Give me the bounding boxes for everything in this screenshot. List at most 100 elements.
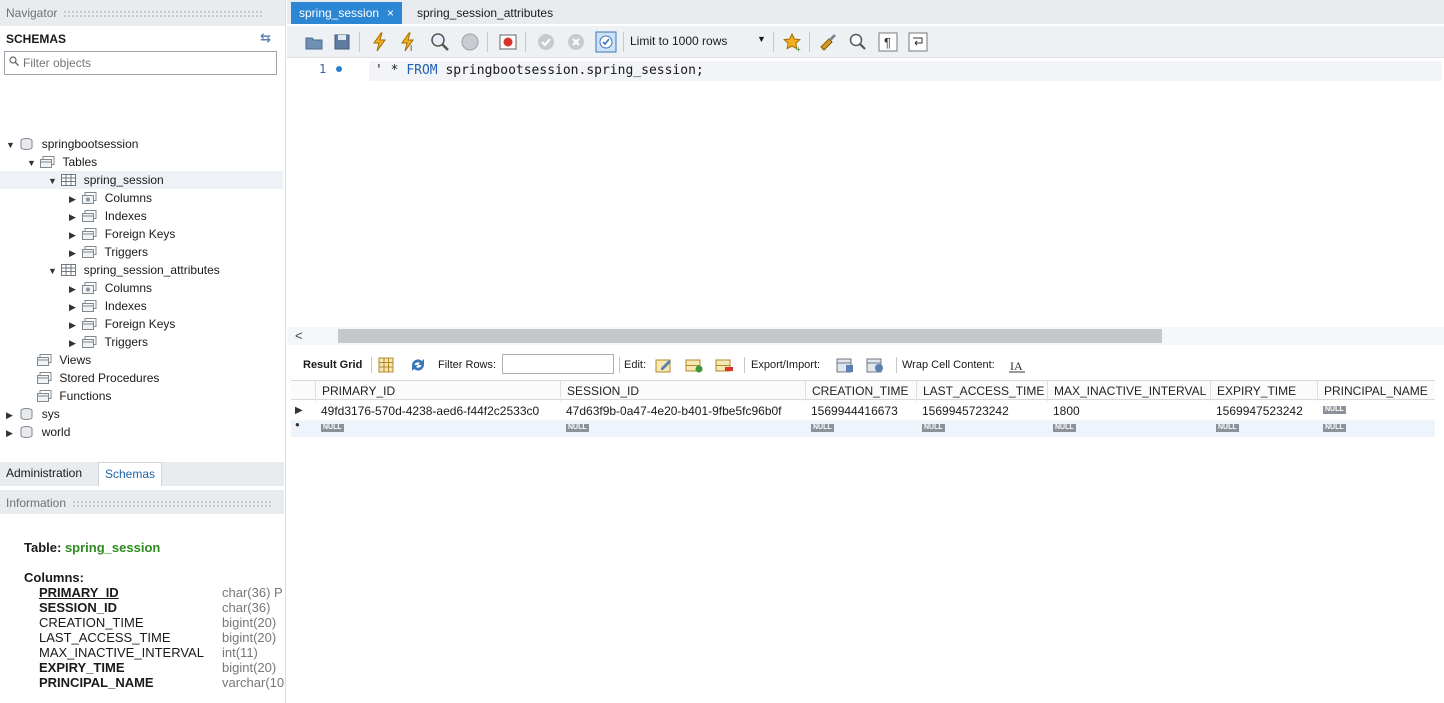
grid-cell[interactable]: 1800	[1047, 401, 1210, 421]
expand-arrow-icon[interactable]: ▶	[69, 280, 79, 298]
find-icon[interactable]	[847, 31, 869, 53]
tree-views[interactable]: Views	[37, 351, 91, 369]
collapse-arrow-icon[interactable]: ▼	[48, 172, 58, 190]
grid-cell[interactable]: 49fd3176-570d-4238-aed6-f44f2c2533c0	[315, 401, 560, 421]
autocommit-toggle-icon[interactable]	[595, 31, 617, 53]
expand-arrow-icon[interactable]: ▶	[69, 316, 79, 334]
column-header[interactable]: SESSION_ID	[560, 381, 805, 401]
tree-t2-columns[interactable]: ▶ Columns	[69, 279, 152, 297]
column-header[interactable]: CREATION_TIME	[805, 381, 916, 401]
result-grid-button[interactable]: Result Grid	[303, 359, 362, 371]
expand-arrow-icon[interactable]: ▶	[6, 406, 16, 424]
tree-functions[interactable]: Functions	[37, 387, 111, 405]
stop-icon[interactable]	[459, 31, 481, 53]
expand-arrow-icon[interactable]: ▶	[69, 226, 79, 244]
open-folder-icon[interactable]	[303, 31, 325, 53]
chevron-down-icon[interactable]: ▼	[757, 34, 766, 44]
grid-cell[interactable]: NULL	[805, 420, 916, 440]
grid-cell[interactable]: 1569947523242	[1210, 401, 1317, 421]
rollback-icon[interactable]	[565, 31, 587, 53]
filter-rows-input[interactable]	[502, 354, 614, 374]
export-icon[interactable]	[836, 357, 854, 373]
table-row[interactable]: ▶ 49fd3176-570d-4238-aed6-f44f2c2533c0 4…	[291, 401, 1435, 421]
expand-arrow-icon[interactable]: ▶	[69, 190, 79, 208]
toggle-error-icon[interactable]	[497, 31, 519, 53]
add-snippet-star-icon[interactable]: +	[781, 31, 803, 53]
execute-current-icon[interactable]: I	[397, 31, 419, 53]
tree-t1-triggers[interactable]: ▶ Triggers	[69, 243, 148, 261]
expand-arrow-icon[interactable]: ▶	[69, 244, 79, 262]
grid-cell[interactable]: NULL	[916, 420, 1047, 440]
save-icon[interactable]	[331, 31, 353, 53]
expand-arrow-icon[interactable]: ▶	[69, 208, 79, 226]
toolbar-separator	[371, 357, 372, 373]
limit-rows-select[interactable]: Limit to 1000 rows	[630, 34, 727, 48]
tree-stored-procedures[interactable]: Stored Procedures	[37, 369, 159, 387]
grid-cell[interactable]: NULL	[1317, 420, 1435, 440]
refresh-icon[interactable]: ⇆	[260, 30, 271, 46]
import-icon[interactable]	[866, 357, 884, 373]
column-header[interactable]: EXPIRY_TIME	[1210, 381, 1317, 401]
tree-schema-springbootsession[interactable]: ▼ springbootsession	[6, 135, 138, 153]
delete-row-icon[interactable]	[715, 357, 733, 373]
tab-administration[interactable]: Administration	[0, 462, 88, 486]
insert-row-icon[interactable]	[685, 357, 703, 373]
filter-objects-box[interactable]	[4, 51, 277, 75]
tab-schemas[interactable]: Schemas	[98, 462, 163, 486]
information-title: Information	[6, 496, 67, 510]
execute-icon[interactable]	[369, 31, 391, 53]
wrap-lines-icon[interactable]	[907, 31, 929, 53]
sql-code-line[interactable]: ' * FROM springbootsession.spring_sessio…	[369, 61, 1442, 81]
tree-tables[interactable]: ▼ Tables	[27, 153, 97, 171]
grid-view-icon[interactable]	[377, 357, 395, 373]
editor-horizontal-scrollbar[interactable]: <	[287, 327, 1444, 345]
grid-cell[interactable]: 1569944416673	[805, 401, 916, 421]
refresh-icon[interactable]	[409, 357, 427, 373]
column-header[interactable]: MAX_INACTIVE_INTERVAL	[1047, 381, 1210, 401]
commit-icon[interactable]	[535, 31, 557, 53]
wrap-cell-icon[interactable]: IA	[1008, 357, 1026, 373]
tree-schema-world[interactable]: ▶ world	[6, 423, 70, 441]
beautify-brush-icon[interactable]	[817, 31, 839, 53]
tree-t2-foreign-keys[interactable]: ▶ Foreign Keys	[69, 315, 175, 333]
explain-icon[interactable]	[429, 31, 451, 53]
toolbar-separator	[773, 32, 774, 52]
expand-arrow-icon[interactable]: ▶	[6, 424, 16, 442]
grid-cell[interactable]: 1569945723242	[916, 401, 1047, 421]
scroll-left-arrow-icon[interactable]: <	[295, 328, 303, 343]
invisible-chars-icon[interactable]: ¶	[877, 31, 899, 53]
tab-spring-session-attributes[interactable]: spring_session_attributes	[409, 2, 561, 24]
scrollbar-thumb[interactable]	[338, 329, 1162, 343]
expand-arrow-icon[interactable]: ▶	[69, 334, 79, 352]
tree-t2-triggers[interactable]: ▶ Triggers	[69, 333, 148, 351]
collapse-arrow-icon[interactable]: ▼	[48, 262, 58, 280]
table-row-new[interactable]: ● NULL NULL NULL NULL NULL NULL NULL	[291, 420, 1435, 437]
expand-arrow-icon[interactable]: ▶	[69, 298, 79, 316]
edit-row-icon[interactable]	[655, 357, 673, 373]
grid-cell[interactable]: NULL	[1210, 420, 1317, 440]
tree-t1-columns[interactable]: ▶ Columns	[69, 189, 152, 207]
grid-cell[interactable]: 47d63f9b-0a47-4e20-b401-9fbe5fc96b0f	[560, 401, 805, 421]
tree-schema-sys[interactable]: ▶ sys	[6, 405, 60, 423]
column-header[interactable]: LAST_ACCESS_TIME	[916, 381, 1047, 401]
tab-spring-session[interactable]: spring_session ×	[291, 2, 403, 24]
collapse-arrow-icon[interactable]: ▼	[27, 154, 37, 172]
collapse-arrow-icon[interactable]: ▼	[6, 136, 16, 154]
tree-table-spring-session[interactable]: ▼ spring_session	[0, 171, 283, 189]
column-header[interactable]: PRINCIPAL_NAME	[1317, 381, 1435, 401]
info-table-label: Table:	[24, 540, 62, 555]
tree-t2-indexes[interactable]: ▶ Indexes	[69, 297, 147, 315]
tree-table-spring-session-attributes[interactable]: ▼ spring_session_attributes	[48, 261, 220, 279]
tree-t1-indexes[interactable]: ▶ Indexes	[69, 207, 147, 225]
grid-cell[interactable]: NULL	[315, 420, 560, 440]
grid-cell[interactable]: NULL	[1047, 420, 1210, 440]
grid-cell[interactable]: NULL	[1317, 401, 1435, 421]
sql-editor[interactable]: 1 ' * FROM springbootsession.spring_sess…	[287, 58, 1444, 328]
close-icon[interactable]: ×	[387, 6, 394, 20]
toolbar-separator	[896, 357, 897, 373]
tree-t1-foreign-keys[interactable]: ▶ Foreign Keys	[69, 225, 175, 243]
filter-objects-input[interactable]	[23, 53, 273, 73]
grid-cell[interactable]: NULL	[560, 420, 805, 440]
column-header[interactable]: PRIMARY_ID	[315, 381, 560, 401]
info-column-type: int(11)	[222, 645, 258, 660]
